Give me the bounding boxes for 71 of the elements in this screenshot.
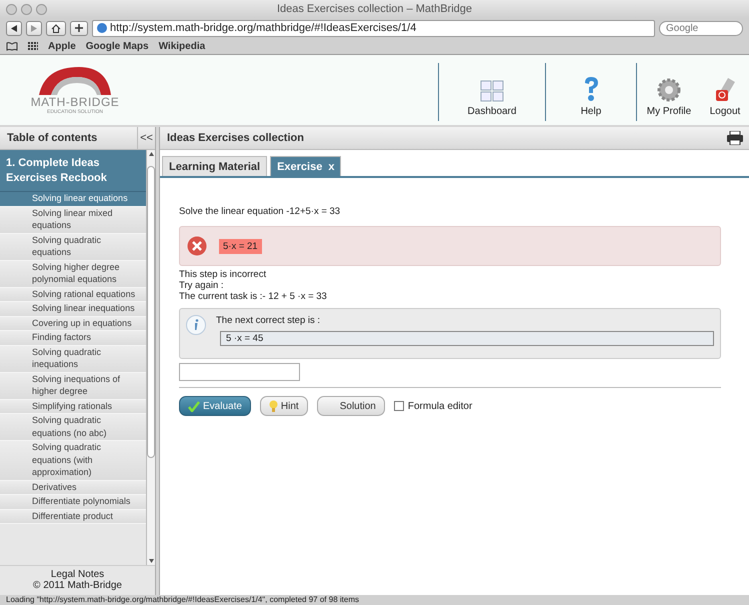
toc-item[interactable]: Covering up in equations (0, 316, 146, 331)
lightbulb-icon (268, 400, 278, 412)
nav-link[interactable]: My Profile (637, 55, 701, 125)
toc-item[interactable]: Solving inequations of higher degree (0, 372, 146, 400)
evaluate-button[interactable]: Evaluate (179, 396, 251, 416)
grid-icon[interactable] (28, 42, 38, 50)
toc-item[interactable]: Finding factors (0, 331, 146, 346)
toc-item[interactable]: Solving higher degree polynomial equations (0, 260, 146, 288)
bookmark-link[interactable]: Apple (48, 40, 76, 52)
logo-arc-icon (37, 65, 113, 95)
toc-item[interactable]: Solving quadratic equations (0, 234, 146, 260)
scrollbar[interactable] (146, 150, 155, 565)
wrong-answer: 5·x = 21 (219, 238, 262, 254)
section-heading[interactable]: 1. Complete Ideas Exercises Recbook (0, 150, 146, 192)
tab[interactable]: Learning Material (162, 156, 268, 176)
url-text: http://system.math-bridge.org/mathbridge/#!IdeasExercises/1/4 (110, 22, 416, 34)
copyright-text: © 2011 Math-Bridge (33, 580, 122, 591)
toc-item[interactable]: Solving linear equations (0, 192, 146, 206)
toc-item[interactable]: Solving linear inequations (0, 302, 146, 316)
scroll-down-icon[interactable] (148, 559, 154, 563)
window-title: Ideas Exercises collection – MathBridge (276, 3, 472, 15)
address-bar[interactable]: http://system.math-bridge.org/mathbridge/#!IdeasExercises/1/4 (92, 20, 655, 36)
tab[interactable]: Exercise x (270, 156, 342, 176)
logo-name: MATH-BRIDGE (30, 95, 120, 109)
forward-icon (31, 24, 37, 32)
status-bar: Loading "http://system.math-bridge.org/mathbridge/#!IdeasExercises/1/4", completed 97 of 98 items (0, 595, 749, 605)
key-icon (714, 78, 736, 102)
question-icon (582, 76, 600, 102)
legal-link[interactable]: Legal Notes (50, 569, 104, 580)
panel-title: Ideas Exercises collection (166, 132, 304, 144)
bookmark-link[interactable]: Google Maps (86, 40, 149, 52)
home-icon (51, 24, 61, 32)
bookmark-link[interactable]: Wikipedia (158, 40, 206, 52)
toc-item[interactable]: Differentiate polynomials (0, 495, 146, 510)
nav-link[interactable]: Help (546, 55, 636, 125)
question-text: Solve the linear equation -12+5·x = 33 (179, 206, 342, 217)
info-icon (186, 315, 206, 335)
answer-field[interactable] (179, 363, 300, 381)
nav-link[interactable]: Dashboard (439, 55, 545, 125)
toc-item[interactable]: Simplifying rationals (0, 400, 146, 414)
toc-item[interactable]: Derivatives (0, 480, 146, 495)
checkmark-icon (188, 400, 200, 412)
toc-item[interactable]: Differentiate product (0, 510, 146, 524)
error-icon (187, 236, 207, 256)
formula-editor-checkbox[interactable]: Formula editor (394, 400, 472, 412)
feedback-text: Try again : (179, 280, 224, 291)
correct-step-field: 5 ·x = 45 (220, 331, 714, 346)
toc-item[interactable]: Solving linear mixed equations (0, 206, 146, 234)
plus-icon (75, 24, 83, 32)
search-field[interactable]: Google (659, 20, 743, 36)
toc-item[interactable]: Solving rational equations (0, 288, 146, 302)
printer-icon[interactable] (727, 131, 743, 145)
hint-title: The next correct step is : (216, 315, 322, 326)
back-icon (11, 24, 17, 32)
collapse-button[interactable]: << (137, 127, 155, 149)
gear-icon (657, 78, 681, 102)
grid-icon (480, 80, 504, 102)
feedback-text: This step is incorrect (179, 269, 266, 280)
back-button[interactable] (6, 20, 22, 36)
hint-button[interactable]: Hint (260, 396, 308, 416)
toc-item[interactable]: Solving quadratic equations (with approximation) (0, 441, 146, 480)
scroll-up-icon[interactable] (148, 152, 154, 156)
home-button[interactable] (46, 20, 66, 36)
add-bookmark-button[interactable] (70, 20, 88, 36)
sidebar-title: Table of contents (6, 132, 98, 144)
toc-item[interactable]: Solving quadratic inequations (0, 346, 146, 372)
solution-button[interactable]: Solution (316, 396, 385, 416)
feedback-text: The current task is :- 12 + 5 ·x = 33 (179, 291, 327, 302)
toc-item[interactable]: Solving quadratic equations (no abc) (0, 414, 146, 441)
book-icon[interactable] (6, 42, 18, 50)
nav-link[interactable]: Logout (701, 55, 749, 125)
